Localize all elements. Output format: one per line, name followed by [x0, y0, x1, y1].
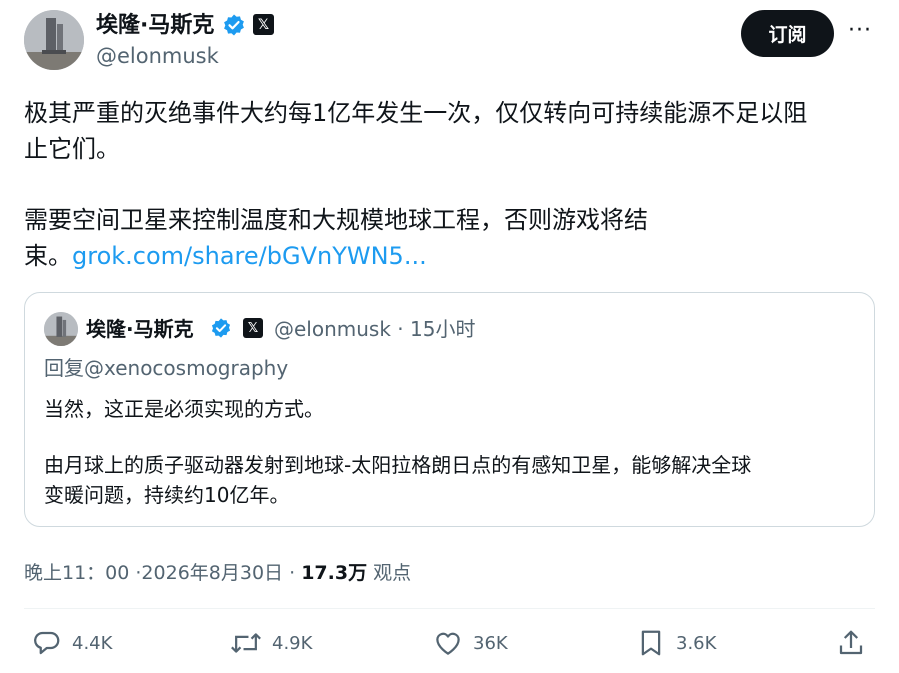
bookmark-button[interactable]: 3.6K — [636, 628, 716, 658]
share-icon — [839, 630, 863, 655]
post-text-line-2: 止它们。 — [24, 135, 120, 163]
quoted-x-logo-icon: 𝕏 — [243, 318, 263, 338]
quoted-text-line-3: 变暖问题，持续约10亿年。 — [44, 483, 290, 507]
quoted-handle-text[interactable]: @elonmusk — [274, 317, 391, 341]
post-text-line-3: 需要空间卫星来控制温度和大规模地球工程，否则游戏将结 — [24, 206, 648, 234]
actions-divider — [24, 608, 875, 609]
rocket-image-small — [44, 312, 78, 346]
post-link[interactable]: grok.com/share/bGVnYWN5... — [72, 242, 427, 270]
bookmark-count: 3.6K — [676, 632, 717, 654]
post-timestamp[interactable]: 晚上11：00 ·2026年8月30日 · — [24, 562, 295, 584]
quoted-verified-badge-icon — [211, 318, 231, 338]
like-button[interactable]: 36K — [433, 628, 508, 658]
post-text-line-4: 束。grok.com/share/bGVnYWN5... — [24, 238, 427, 274]
views-label: 观点 — [373, 562, 412, 584]
quoted-author-avatar[interactable] — [44, 312, 78, 346]
author-name[interactable]: 埃隆·马斯克 — [96, 12, 214, 40]
author-handle[interactable]: @elonmusk — [96, 42, 219, 70]
reply-button[interactable]: 4.4K — [32, 628, 112, 658]
post-text-line-1: 极其严重的灭绝事件大约每1亿年发生一次，仅仅转向可持续能源不足以阻 — [24, 99, 808, 127]
post-text-end: 束。 — [24, 242, 72, 270]
repost-count: 4.9K — [272, 632, 313, 654]
reply-icon — [34, 631, 60, 655]
repost-icon — [231, 633, 261, 653]
verified-badge-icon — [224, 14, 244, 36]
heart-icon — [436, 632, 460, 655]
quoted-time[interactable]: · 15小时 — [397, 317, 475, 341]
quoted-text-line-2: 由月球上的质子驱动器发射到地球-太阳拉格朗日点的有感知卫星，能够解决全球 — [44, 453, 752, 477]
more-options-icon[interactable]: ··· — [848, 18, 872, 43]
bookmark-icon — [641, 630, 661, 656]
like-count: 36K — [473, 632, 508, 654]
share-button[interactable] — [836, 628, 876, 658]
quoted-author-name[interactable]: 埃隆·马斯克 — [86, 316, 194, 342]
repost-button[interactable]: 4.9K — [230, 628, 312, 658]
x-logo-icon: 𝕏 — [253, 14, 274, 35]
views-count: 17.3万 — [301, 562, 368, 584]
follow-button[interactable]: 订阅 — [741, 10, 834, 57]
author-avatar[interactable] — [24, 10, 84, 70]
reply-to-label[interactable]: 回复@xenocosmography — [44, 353, 288, 383]
post-meta: 晚上11：00 ·2026年8月30日 · 17.3万 观点 — [24, 558, 411, 585]
reply-count: 4.4K — [72, 632, 113, 654]
quoted-text-line-1: 当然，这正是必须实现的方式。 — [44, 397, 324, 421]
quoted-author-handle: @elonmusk · 15小时 — [274, 316, 475, 342]
rocket-image — [24, 10, 84, 70]
